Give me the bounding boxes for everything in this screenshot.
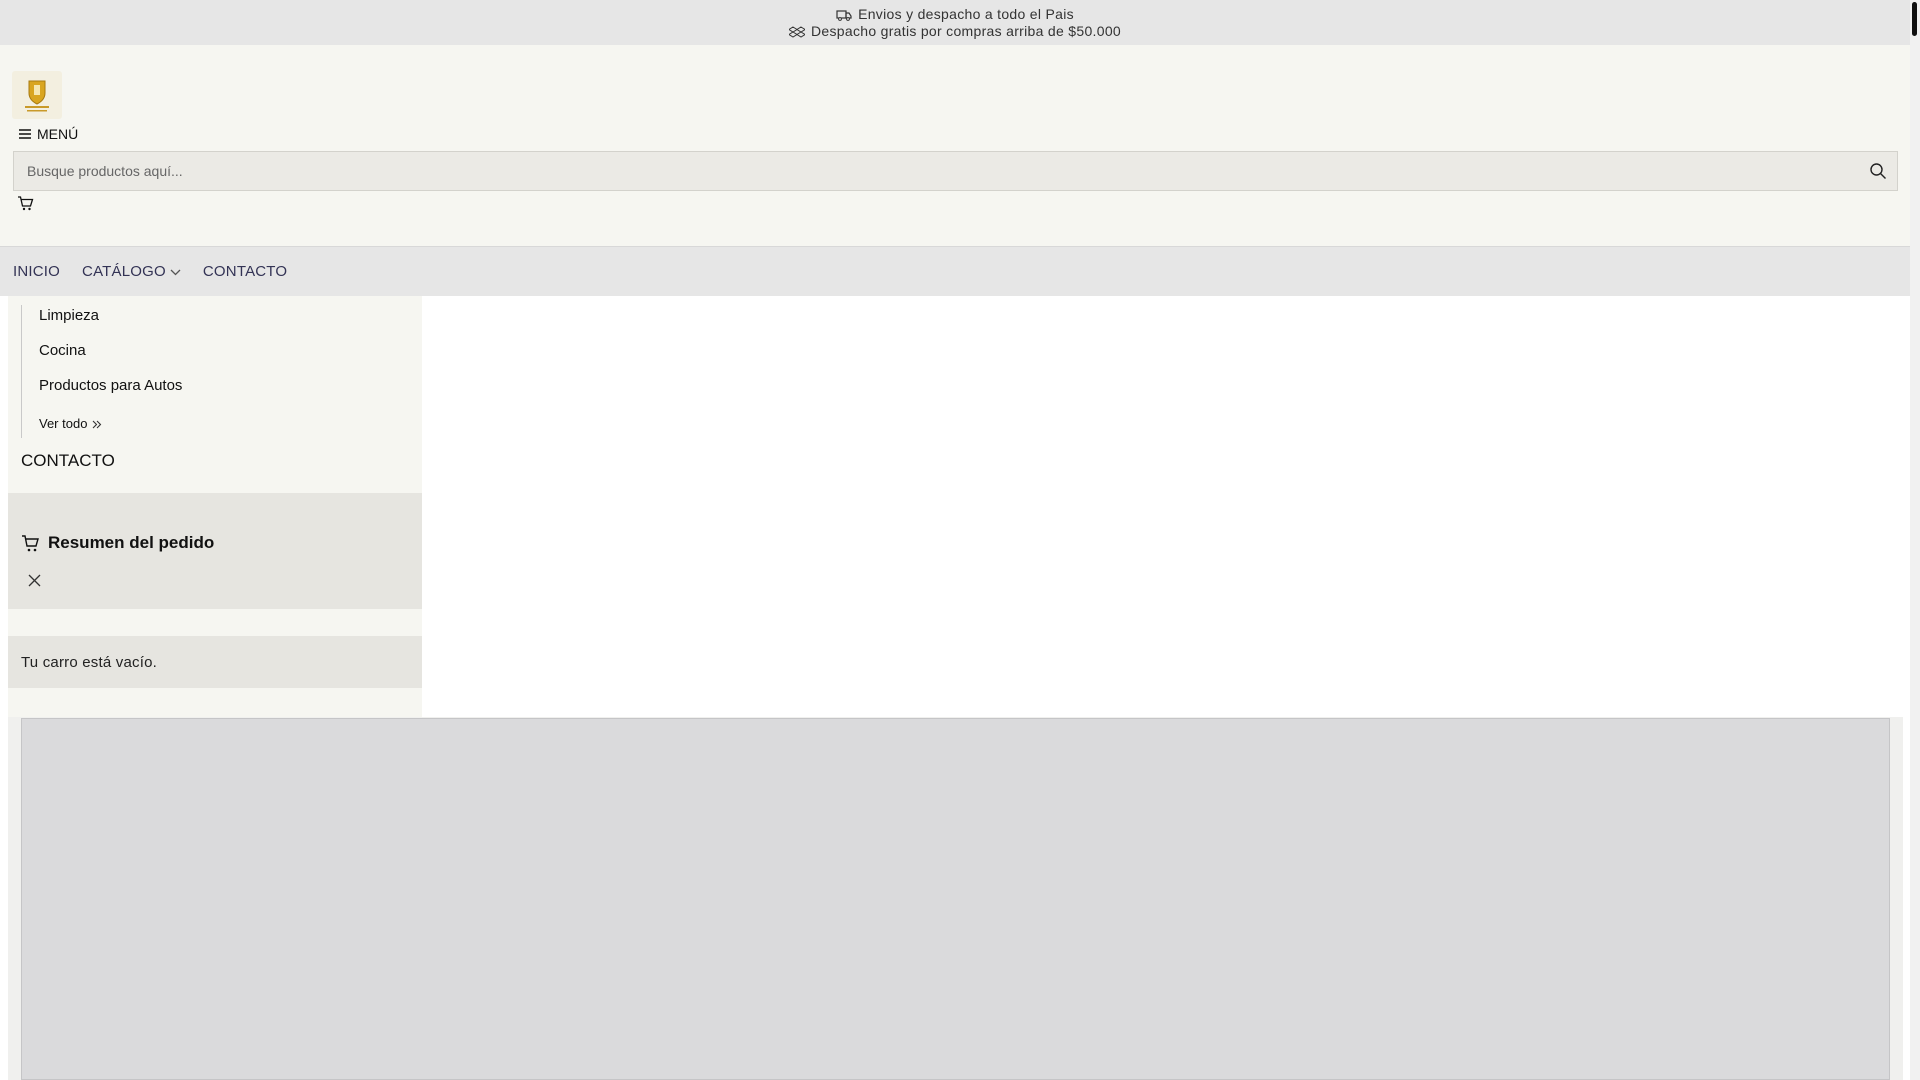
cart-icon[interactable] bbox=[17, 195, 34, 212]
announcement-text-2: Despacho gratis por compras arriba de $5… bbox=[810, 23, 1121, 39]
search-input[interactable] bbox=[14, 152, 1897, 190]
hamburger-icon bbox=[19, 129, 31, 139]
search-bar bbox=[13, 151, 1898, 191]
dropbox-icon bbox=[788, 25, 805, 38]
page-scrollbar[interactable] bbox=[1910, 0, 1920, 1080]
announcement-bar: Envios y despacho a todo el Pais Despach… bbox=[0, 0, 1910, 45]
embedded-frame-container bbox=[8, 717, 1903, 1080]
search-icon[interactable] bbox=[1869, 162, 1887, 180]
main-nav: INICIO CATÁLOGO CONTACTO bbox=[0, 246, 1910, 296]
order-summary: Resumen del pedido bbox=[8, 493, 422, 609]
nav-item-label: CONTACTO bbox=[202, 263, 288, 280]
announcement-text-1: Envios y despacho a todo el Pais bbox=[858, 6, 1074, 22]
close-icon[interactable] bbox=[27, 573, 42, 588]
side-menu-panel: Limpieza Cocina Productos para Autos Ver… bbox=[8, 296, 422, 717]
nav-item-catalogo[interactable]: CATÁLOGO bbox=[82, 263, 181, 280]
double-chevron-right-icon bbox=[93, 420, 102, 428]
nav-item-contacto[interactable]: CONTACTO bbox=[203, 263, 287, 280]
view-all-label: Ver todo bbox=[39, 416, 88, 431]
nav-item-label: CATÁLOGO bbox=[82, 263, 166, 280]
embedded-frame[interactable] bbox=[21, 718, 1890, 1080]
order-summary-title: Resumen del pedido bbox=[21, 533, 214, 553]
nav-item-label: INICIO bbox=[13, 263, 61, 280]
announcement-line-shipping: Envios y despacho a todo el Pais bbox=[0, 6, 1910, 23]
category-item-limpieza[interactable]: Limpieza bbox=[39, 305, 401, 340]
menu-label: MENÚ bbox=[37, 126, 79, 142]
cart-empty-message: Tu carro está vacío. bbox=[8, 636, 422, 688]
announcement-line-free-shipping: Despacho gratis por compras arriba de $5… bbox=[0, 23, 1910, 40]
view-all-link[interactable]: Ver todo bbox=[39, 410, 401, 438]
category-item-autos[interactable]: Productos para Autos bbox=[39, 375, 401, 410]
order-summary-label: Resumen del pedido bbox=[48, 533, 215, 552]
site-header: MENÚ bbox=[0, 45, 1910, 246]
site-logo[interactable] bbox=[12, 71, 62, 119]
chevron-down-icon bbox=[170, 269, 181, 275]
cart-icon bbox=[22, 534, 39, 551]
category-item-cocina[interactable]: Cocina bbox=[39, 340, 401, 375]
category-list: Limpieza Cocina Productos para Autos Ver… bbox=[21, 305, 401, 438]
shield-logo-icon bbox=[25, 80, 49, 112]
menu-button[interactable]: MENÚ bbox=[18, 126, 78, 142]
side-menu-contact[interactable]: CONTACTO bbox=[21, 451, 115, 471]
truck-icon bbox=[836, 9, 852, 21]
nav-item-inicio[interactable]: INICIO bbox=[13, 263, 60, 280]
scrollbar-thumb[interactable] bbox=[1912, 2, 1917, 36]
